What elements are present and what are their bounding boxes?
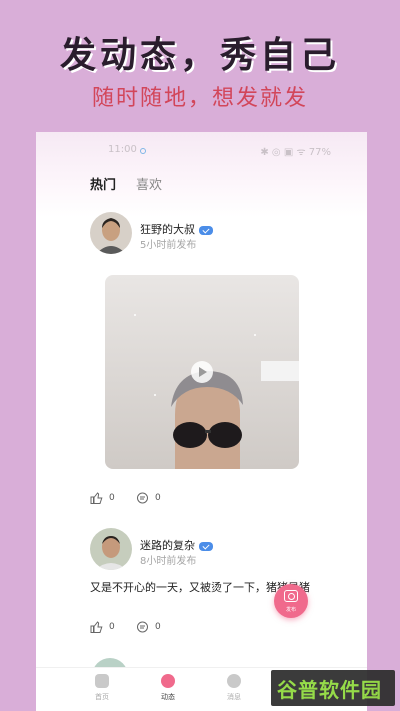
avatar[interactable] <box>90 212 132 254</box>
publish-fab-button[interactable]: 发布 <box>274 584 308 618</box>
nav-item-messages[interactable]: 消息 <box>204 674 264 702</box>
nav-label: 动态 <box>161 693 175 701</box>
nav-item-feed[interactable]: 动态 <box>138 674 198 702</box>
avatar[interactable] <box>90 528 132 570</box>
comment-count: 0 <box>155 493 161 503</box>
username-text: 狂野的大叔 <box>140 223 195 236</box>
camera-icon <box>284 590 298 602</box>
promo-subline: 随时随地，想发就发 <box>91 86 308 111</box>
comment-count: 0 <box>155 622 161 632</box>
comment-button[interactable]: 0 <box>136 621 161 633</box>
verified-badge-icon <box>199 541 213 551</box>
phone-screen: 11:00 ✱ ◎ ▣ ᯤ 77% 热门 喜欢 狂野的大叔 5小时前发布 0 0… <box>36 132 367 711</box>
post-username[interactable]: 狂野的大叔 <box>140 221 213 237</box>
post-card: 狂野的大叔 5小时前发布 0 0 <box>36 132 367 512</box>
comment-icon <box>137 492 148 504</box>
home-icon <box>95 674 109 688</box>
post-time: 8小时前发布 <box>140 556 197 567</box>
verified-badge-icon <box>199 225 213 235</box>
promo-headline: 发动态，秀自己 <box>59 35 340 76</box>
like-button[interactable]: 0 <box>90 621 115 633</box>
post-username[interactable]: 迷路的复杂 <box>140 537 213 553</box>
like-count: 0 <box>109 622 115 632</box>
username-text: 迷路的复杂 <box>140 539 195 552</box>
fab-label: 发布 <box>285 607 296 613</box>
play-icon[interactable] <box>191 361 213 383</box>
nav-label: 消息 <box>227 693 241 701</box>
thumb-up-icon <box>90 492 103 504</box>
watermark-text: 谷普软件园 <box>277 678 382 702</box>
nav-label: 首页 <box>95 693 109 701</box>
comment-icon <box>137 621 148 633</box>
message-icon <box>227 674 241 688</box>
watermark: 谷普软件园 <box>271 670 395 706</box>
like-count: 0 <box>109 493 115 503</box>
compass-icon <box>161 674 175 688</box>
thumb-up-icon <box>90 621 103 633</box>
like-button[interactable]: 0 <box>90 492 115 504</box>
nav-item-home[interactable]: 首页 <box>72 674 132 702</box>
post-video-thumbnail[interactable] <box>105 275 299 469</box>
comment-button[interactable]: 0 <box>136 492 161 504</box>
post-time: 5小时前发布 <box>140 240 197 251</box>
